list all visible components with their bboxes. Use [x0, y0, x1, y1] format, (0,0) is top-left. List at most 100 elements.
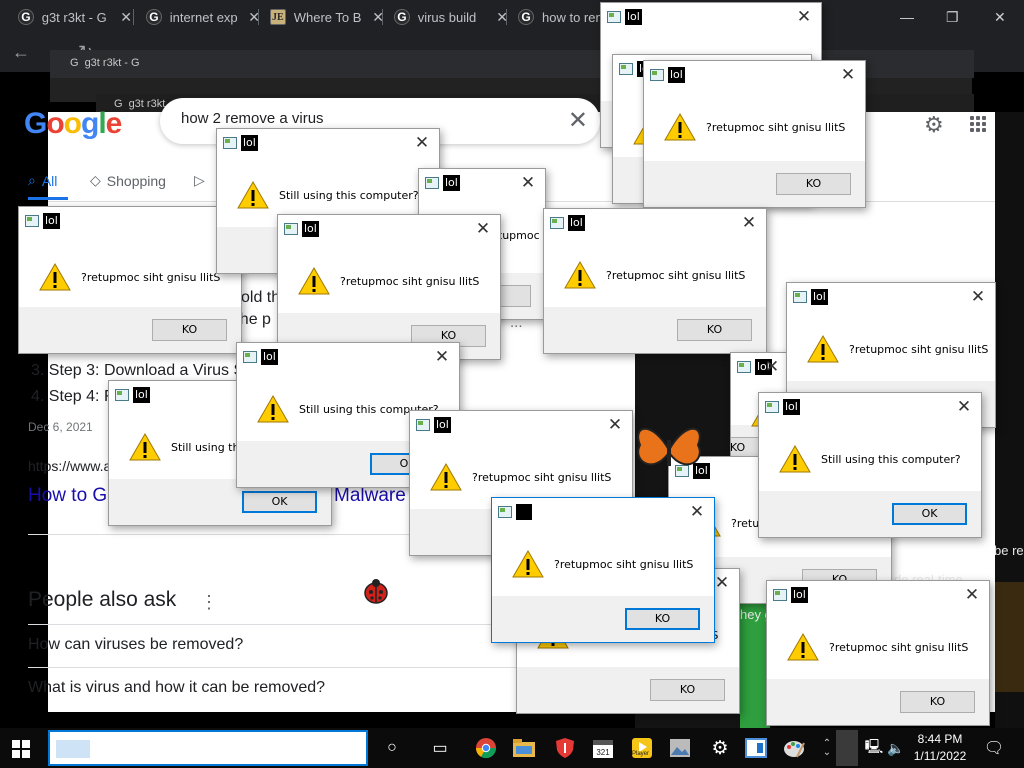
photos-icon[interactable] — [668, 736, 692, 760]
dialog-titlebar[interactable]: lol✕ — [19, 207, 241, 237]
file-explorer-icon[interactable] — [512, 736, 536, 760]
close-icon[interactable]: ✕ — [961, 584, 983, 606]
dialog-button[interactable]: KO — [776, 173, 851, 195]
alert-dialog[interactable]: ✕ ?retupmoc siht gnisu llitS KO — [491, 497, 715, 643]
notifications-icon[interactable]: 🗨 — [982, 736, 1006, 760]
close-icon[interactable]: ✕ — [411, 132, 433, 154]
tray-highlight[interactable] — [836, 730, 858, 766]
more-options-icon[interactable]: ⋮ — [200, 592, 218, 613]
dialog-titlebar[interactable]: lol ✕ — [237, 343, 459, 373]
player-icon[interactable]: Player — [630, 736, 654, 760]
task-view-icon[interactable]: ▭ — [428, 736, 452, 760]
minimize-icon[interactable]: — — [900, 0, 914, 34]
close-icon[interactable]: ✕ — [967, 286, 989, 308]
app-window-icon — [737, 361, 751, 373]
close-icon[interactable]: ✕ — [994, 0, 1006, 34]
cortana-icon[interactable]: ○ — [380, 736, 404, 760]
dialog-button[interactable]: OK — [892, 503, 967, 525]
dialog-button[interactable]: OK — [242, 491, 317, 513]
settings-icon[interactable]: ⚙ — [708, 736, 732, 760]
paint-icon[interactable] — [782, 736, 806, 760]
alert-dialog[interactable]: lol✕?retupmoc siht gnisu llitSKO — [277, 214, 501, 360]
browser-tab-2[interactable]: G internet exp ✕ — [128, 0, 260, 34]
alert-dialog[interactable]: lol ✕ Still using this computer? OK — [758, 392, 982, 538]
browser-tab-1[interactable]: G g3t r3kt - G ✕ — [0, 0, 132, 34]
dialog-titlebar[interactable]: lol✕ — [787, 283, 995, 313]
dialog-titlebar[interactable]: lol✕ — [217, 129, 439, 159]
tab-all[interactable]: ⌕ All — [28, 172, 57, 189]
dialog-title: lol — [261, 349, 278, 365]
paa-question[interactable]: How can viruses be removed? — [28, 636, 243, 654]
close-icon[interactable]: ✕ — [793, 6, 815, 28]
dialog-button[interactable]: KO — [677, 319, 752, 341]
clear-search-icon[interactable]: ✕ — [568, 106, 588, 135]
windows-start-icon[interactable] — [12, 740, 30, 758]
dialog-button[interactable]: KO — [900, 691, 975, 713]
close-icon[interactable]: ✕ — [431, 346, 453, 368]
step-item: 4. Step 4: F — [31, 388, 114, 405]
dialog-titlebar[interactable]: lol✕ — [278, 215, 500, 245]
paa-question[interactable]: What is virus and how it can be removed? — [28, 679, 325, 697]
step-item: 3. Step 3: Download a Virus S — [31, 362, 245, 379]
app-window-icon — [607, 11, 621, 23]
dialog-button[interactable]: KO — [625, 608, 700, 630]
dialog-titlebar[interactable]: lol✕ — [601, 3, 821, 33]
tab-videos[interactable]: ▷ — [194, 172, 211, 189]
dialog-button[interactable]: KO — [152, 319, 227, 341]
volume-icon[interactable]: 🔈 — [884, 736, 908, 760]
dialog-titlebar[interactable]: lol✕ — [410, 411, 632, 441]
result-title-link[interactable]: Malware — [334, 485, 406, 507]
apps-grid-icon[interactable] — [970, 116, 990, 132]
warning-icon — [298, 266, 330, 295]
alert-dialog[interactable]: lol✕?retupmoc siht gnisu llitSKO — [643, 60, 866, 208]
alert-dialog[interactable]: lol✕?retupmoc siht gnisu llitSKO — [766, 580, 990, 726]
app-window-icon — [223, 137, 237, 149]
tag-icon: ◇ — [90, 172, 101, 188]
dialog-button[interactable]: KO — [650, 679, 725, 701]
alert-dialog[interactable]: lol✕?retupmoc siht gnisu llitSKO — [543, 208, 767, 354]
result-url[interactable]: https://www.a — [28, 458, 111, 474]
dialog-titlebar[interactable]: lol✕ — [767, 581, 989, 611]
browser-tab-3[interactable]: JE Where To B ✕ — [252, 0, 384, 34]
browser-tab-5[interactable]: G how to rem — [500, 0, 600, 34]
result-title-link[interactable]: How to G — [28, 485, 107, 507]
calendar-icon[interactable]: 321 — [591, 736, 615, 760]
close-icon[interactable]: ✕ — [761, 356, 783, 378]
restore-icon[interactable]: ❐ — [946, 0, 959, 34]
dialog-titlebar[interactable]: lol✕ — [759, 393, 981, 423]
back-icon[interactable]: ← — [12, 42, 30, 63]
gear-icon[interactable]: ⚙ — [924, 112, 944, 138]
tab-shopping[interactable]: ◇ Shopping — [90, 172, 166, 189]
google-logo[interactable]: Google — [24, 107, 122, 141]
dialog-message: ?retupmoc siht gnisu llitS — [340, 275, 480, 288]
browser-tab-4[interactable]: G virus build ✕ — [376, 0, 508, 34]
google-icon: G — [146, 9, 162, 25]
close-icon[interactable]: ✕ — [472, 218, 494, 240]
snippet-fragment: old th — [241, 289, 281, 306]
close-icon[interactable]: ✕ — [738, 212, 760, 234]
warning-icon — [39, 262, 71, 291]
clock-date[interactable]: 1/11/2022 — [908, 749, 972, 763]
dialog-titlebar[interactable]: lol✕ — [731, 353, 789, 383]
close-icon[interactable]: ✕ — [517, 172, 539, 194]
taskbar-search-input[interactable] — [48, 730, 368, 766]
dialog-titlebar[interactable]: ✕ — [492, 498, 714, 528]
close-icon[interactable]: ✕ — [604, 414, 626, 436]
clock-time[interactable]: 8:44 PM — [908, 732, 972, 746]
dialog-titlebar[interactable]: lol✕ — [644, 61, 865, 91]
dialog-message: ?retupmoc siht gnisu llitS — [81, 271, 221, 284]
close-icon[interactable]: ✕ — [837, 64, 859, 86]
dialog-message: ?retupmoc siht gnisu llitS — [554, 558, 694, 571]
dialog-message: Still using this computer? — [821, 453, 961, 466]
window-icon[interactable] — [744, 736, 768, 760]
close-icon[interactable]: ✕ — [953, 396, 975, 418]
warning-icon — [664, 112, 696, 141]
network-icon[interactable]: 🖳 — [862, 736, 886, 760]
shield-icon[interactable] — [553, 736, 577, 760]
app-window-icon — [793, 291, 807, 303]
dialog-titlebar[interactable]: lol✕ — [419, 169, 545, 199]
close-icon[interactable]: ✕ — [686, 501, 708, 523]
dialog-titlebar[interactable]: lol✕ — [544, 209, 766, 239]
alert-dialog[interactable]: lol✕ ?retupmoc siht gnisu llitS KO — [18, 206, 242, 354]
chrome-icon[interactable] — [474, 736, 498, 760]
